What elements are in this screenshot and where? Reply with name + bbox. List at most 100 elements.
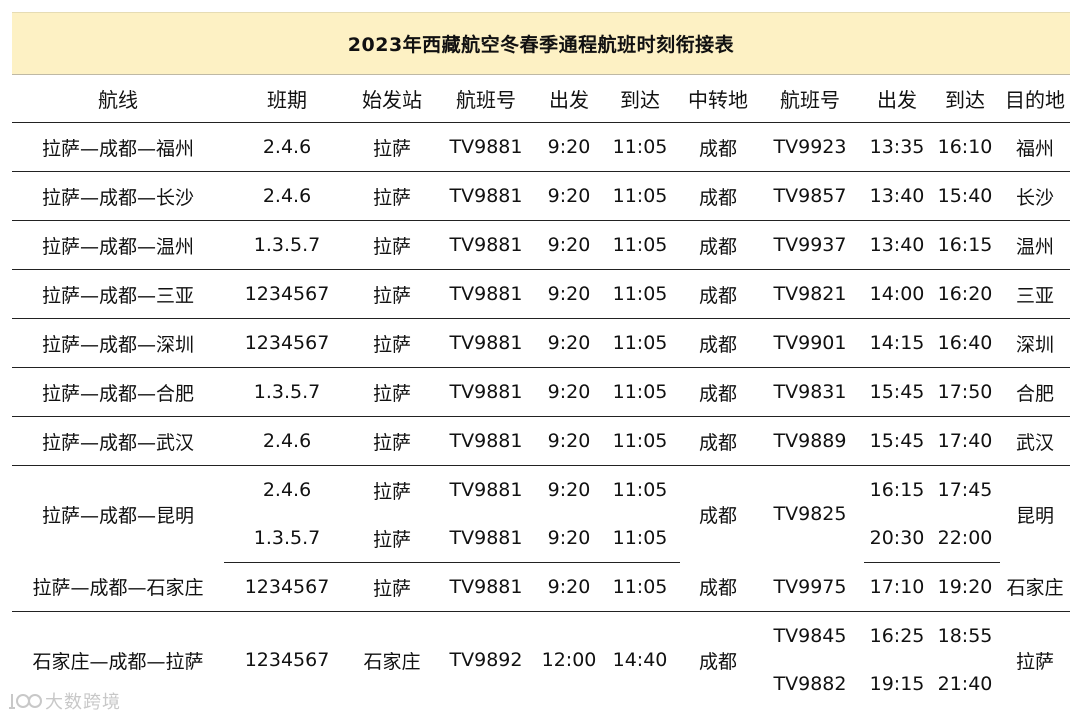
arr2-cell: 21:40 <box>937 673 993 695</box>
transfer-cell: 成都 <box>680 269 756 319</box>
dep1-cell: 9:20 <box>538 269 600 319</box>
dep1-cell: 9:20 <box>538 122 600 172</box>
route-cell: 拉萨—成都—深圳 <box>12 318 224 368</box>
flight2-cell: TV9889 <box>756 416 864 466</box>
flight2-cell: TV9831 <box>756 367 864 417</box>
arr1-cell: 11:05 <box>600 562 680 612</box>
route-cell: 拉萨—成都—武汉 <box>12 416 224 466</box>
flight1-cell: TV9892 <box>449 649 523 671</box>
days-cell: 2.4.6 <box>262 479 312 501</box>
days-cell: 2.4.6 <box>224 416 350 466</box>
flight1-cell: TV9881 <box>434 514 538 563</box>
flight1-cell: TV9881 <box>434 122 538 172</box>
table-row: 拉萨—成都—三亚 1234567 拉萨 TV9881 9:20 11:05 成都… <box>12 269 1070 319</box>
dep1-cell: 9:20 <box>538 220 600 270</box>
arr1-cell: 11:05 <box>600 514 680 563</box>
days-cell: 1.3.5.7 <box>224 220 350 270</box>
origin-cell: 拉萨 <box>350 220 434 270</box>
arr2-cell: 16:15 <box>930 220 1000 270</box>
dest-cell: 石家庄 <box>1000 562 1070 612</box>
origin-cell: 拉萨 <box>350 318 434 368</box>
header-flight2: 航班号 <box>756 74 864 123</box>
origin-cell: 拉萨 <box>372 480 411 503</box>
header-origin: 始发站 <box>350 74 434 123</box>
arr2-cell: 16:10 <box>930 122 1000 172</box>
flight2-cell: TV9901 <box>756 318 864 368</box>
header-transfer: 中转地 <box>680 74 756 123</box>
arr1-cell: 11:05 <box>600 318 680 368</box>
table-row: 拉萨—成都—长沙 2.4.6 拉萨 TV9881 9:20 11:05 成都 T… <box>12 171 1070 221</box>
header-arr1: 到达 <box>600 74 680 123</box>
dep2-cell: 13:40 <box>864 171 930 221</box>
arr1-cell: 11:05 <box>600 220 680 270</box>
arr1-cell: 11:05 <box>600 416 680 466</box>
flight2-cell: TV9821 <box>756 269 864 319</box>
table-row: 拉萨—成都—昆明 2.4.6 拉萨 TV9881 9:20 11:05 成都 T… <box>12 466 1070 527</box>
flight-schedule-table: 航线 班期 始发站 航班号 出发 到达 中转地 航班号 出发 到达 目的地 拉萨… <box>12 74 1070 708</box>
days-cell: 1.3.5.7 <box>224 514 350 563</box>
arr1-cell: 11:05 <box>600 171 680 221</box>
flight1-cell: TV9881 <box>434 171 538 221</box>
flight2-cell: TV9975 <box>756 562 864 612</box>
days-cell: 1234567 <box>244 649 330 671</box>
header-days: 班期 <box>224 74 350 123</box>
days-cell: 1234567 <box>224 269 350 319</box>
arr1-cell: 14:40 <box>612 649 668 671</box>
flight2-cell: TV9857 <box>756 171 864 221</box>
transfer-cell: 成都 <box>680 367 756 417</box>
flight2-cell: TV9845 <box>773 625 847 647</box>
watermark: 大数跨境 <box>8 688 121 714</box>
route-cell: 拉萨—成都—温州 <box>12 220 224 270</box>
flight2-cell: TV9923 <box>756 122 864 172</box>
dep2-cell: 16:15 <box>869 479 925 501</box>
dep2-cell: 17:10 <box>864 562 930 612</box>
days-cell: 2.4.6 <box>224 122 350 172</box>
arr2-cell: 17:50 <box>930 367 1000 417</box>
dep2-cell: 19:15 <box>869 673 925 695</box>
dest-cell: 拉萨 <box>1015 650 1054 673</box>
route-cell: 拉萨—成都—合肥 <box>12 367 224 417</box>
days-cell: 1234567 <box>224 562 350 612</box>
dep1-cell: 9:20 <box>538 318 600 368</box>
dep2-cell: 14:15 <box>864 318 930 368</box>
dep1-cell: 9:20 <box>538 416 600 466</box>
dep2-cell: 13:40 <box>864 220 930 270</box>
dest-cell: 温州 <box>1000 220 1070 270</box>
dest-cell: 武汉 <box>1000 416 1070 466</box>
days-cell: 1234567 <box>224 318 350 368</box>
arr2-cell: 15:40 <box>930 171 1000 221</box>
header-dest: 目的地 <box>1000 74 1070 123</box>
header-dep2: 出发 <box>864 74 930 123</box>
flight2-cell: TV9882 <box>773 673 847 695</box>
dest-cell: 昆明 <box>1015 504 1054 527</box>
origin-cell: 拉萨 <box>350 171 434 221</box>
table-row: 拉萨—成都—福州 2.4.6 拉萨 TV9881 9:20 11:05 成都 T… <box>12 122 1070 172</box>
arr2-cell: 19:20 <box>930 562 1000 612</box>
header-row: 航线 班期 始发站 航班号 出发 到达 中转地 航班号 出发 到达 目的地 <box>12 74 1070 123</box>
flight1-cell: TV9881 <box>434 416 538 466</box>
flight1-cell: TV9881 <box>434 562 538 612</box>
flight2-cell: TV9937 <box>756 220 864 270</box>
days-cell: 2.4.6 <box>224 171 350 221</box>
transfer-cell: 成都 <box>680 318 756 368</box>
table-row: 拉萨—成都—温州 1.3.5.7 拉萨 TV9881 9:20 11:05 成都… <box>12 220 1070 270</box>
flight1-cell: TV9881 <box>434 367 538 417</box>
dest-cell: 三亚 <box>1000 269 1070 319</box>
arr2-cell: 22:00 <box>930 514 1000 563</box>
route-cell: 拉萨—成都—石家庄 <box>12 562 224 612</box>
dep1-cell: 9:20 <box>547 479 591 501</box>
transfer-cell: 成都 <box>680 122 756 172</box>
dest-cell: 福州 <box>1000 122 1070 172</box>
dep2-cell: 16:25 <box>869 625 925 647</box>
origin-cell: 拉萨 <box>350 416 434 466</box>
dep1-cell: 9:20 <box>538 367 600 417</box>
flight2-cell: TV9825 <box>773 503 847 526</box>
arr2-cell: 17:45 <box>937 479 993 501</box>
origin-cell: 拉萨 <box>350 562 434 612</box>
route-cell: 拉萨—成都—长沙 <box>12 171 224 221</box>
origin-cell: 拉萨 <box>350 367 434 417</box>
transfer-cell: 成都 <box>680 416 756 466</box>
transfer-cell: 成都 <box>698 504 737 527</box>
dep1-cell: 9:20 <box>538 562 600 612</box>
header-flight1: 航班号 <box>434 74 538 123</box>
